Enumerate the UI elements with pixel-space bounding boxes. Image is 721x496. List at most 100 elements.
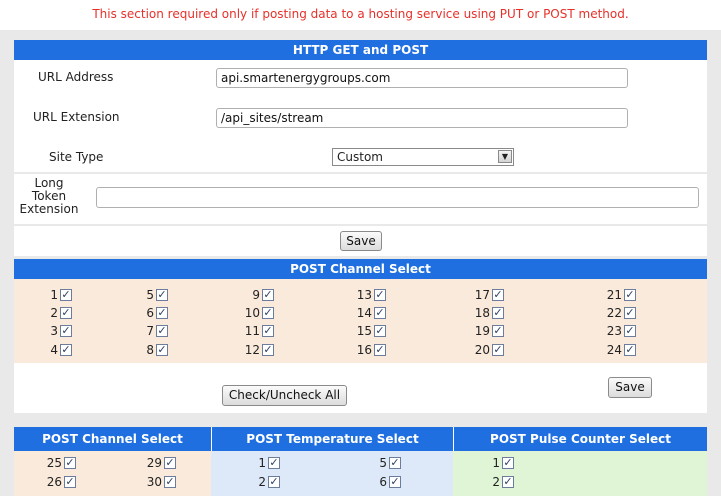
checkbox-checked[interactable]: ✓ <box>374 307 386 319</box>
channel-number-label: 7 <box>146 324 154 338</box>
channel-checkbox-item[interactable]: 15 ✓ <box>348 323 386 339</box>
channel-checkbox-item[interactable]: 19 ✓ <box>466 323 504 339</box>
long-token-input[interactable] <box>96 187 699 208</box>
channel-number-label: 8 <box>146 343 154 357</box>
checkbox-checked[interactable]: ✓ <box>164 476 176 488</box>
channel-checkbox-item[interactable]: 1 ✓ <box>246 455 280 471</box>
channel-number-label: 15 <box>356 324 372 338</box>
checkbox-checked[interactable]: ✓ <box>624 344 636 356</box>
channel-number-label: 23 <box>606 324 622 338</box>
checkbox-checked[interactable]: ✓ <box>374 325 386 337</box>
channel-save-button[interactable]: Save <box>608 377 652 398</box>
channel-number-label: 20 <box>474 343 490 357</box>
channel-checkbox-item[interactable]: 20 ✓ <box>466 342 504 358</box>
channel-checkbox-item[interactable]: 9 ✓ <box>236 287 274 303</box>
checkbox-checked[interactable]: ✓ <box>492 344 504 356</box>
checkbox-checked[interactable]: ✓ <box>268 457 280 469</box>
channel-number-label: 6 <box>146 306 154 320</box>
channel-checkbox-item[interactable]: 16 ✓ <box>348 342 386 358</box>
checkbox-checked[interactable]: ✓ <box>164 457 176 469</box>
checkbox-checked[interactable]: ✓ <box>60 325 72 337</box>
site-type-label: Site Type <box>49 150 104 164</box>
checkbox-checked[interactable]: ✓ <box>502 476 514 488</box>
checkbox-checked[interactable]: ✓ <box>156 289 168 301</box>
channel-checkbox-item[interactable]: 2 ✓ <box>34 305 72 321</box>
channel-checkbox-item[interactable]: 7 ✓ <box>130 323 168 339</box>
checkbox-checked[interactable]: ✓ <box>502 457 514 469</box>
site-type-value: Custom <box>337 150 383 164</box>
url-extension-label: URL Extension <box>33 110 120 124</box>
checkbox-checked[interactable]: ✓ <box>262 307 274 319</box>
channel-checkbox-item[interactable]: 5 ✓ <box>367 455 401 471</box>
channel-checkbox-item[interactable]: 26 ✓ <box>38 474 76 490</box>
channel-number-label: 14 <box>356 306 372 320</box>
channel-checkbox-item[interactable]: 3 ✓ <box>34 323 72 339</box>
channel-checkbox-item[interactable]: 23 ✓ <box>598 323 636 339</box>
channel-checkbox-item[interactable]: 1 ✓ <box>34 287 72 303</box>
checkbox-checked[interactable]: ✓ <box>374 289 386 301</box>
channel-checkbox-item[interactable]: 24 ✓ <box>598 342 636 358</box>
checkbox-checked[interactable]: ✓ <box>156 307 168 319</box>
checkbox-checked[interactable]: ✓ <box>60 289 72 301</box>
checkbox-checked[interactable]: ✓ <box>492 307 504 319</box>
channel-checkbox-item[interactable]: 11 ✓ <box>236 323 274 339</box>
channel-number-label: 5 <box>379 456 387 470</box>
channel-number-label: 26 <box>46 475 62 489</box>
channel-checkbox-item[interactable]: 21 ✓ <box>598 287 636 303</box>
channel-checkbox-item[interactable]: 12 ✓ <box>236 342 274 358</box>
channel-checkbox-item[interactable]: 29 ✓ <box>138 455 176 471</box>
channel-checkbox-item[interactable]: 10 ✓ <box>236 305 274 321</box>
checkbox-checked[interactable]: ✓ <box>64 476 76 488</box>
checkbox-checked[interactable]: ✓ <box>374 344 386 356</box>
channel-checkbox-item[interactable]: 5 ✓ <box>130 287 168 303</box>
checkbox-checked[interactable]: ✓ <box>389 476 401 488</box>
site-type-select[interactable]: Custom ▼ <box>332 148 514 166</box>
channel-checkbox-item[interactable]: 2 ✓ <box>246 474 280 490</box>
channel-number-label: 1 <box>492 456 500 470</box>
channel-number-label: 19 <box>474 324 490 338</box>
checkbox-checked[interactable]: ✓ <box>60 307 72 319</box>
checkbox-checked[interactable]: ✓ <box>156 325 168 337</box>
channel-number-label: 10 <box>244 306 260 320</box>
notice-text: This section required only if posting da… <box>0 0 721 30</box>
checkbox-checked[interactable]: ✓ <box>262 325 274 337</box>
channel-checkbox-item[interactable]: 18 ✓ <box>466 305 504 321</box>
channel-number-label: 1 <box>258 456 266 470</box>
channel-checkbox-item[interactable]: 25 ✓ <box>38 455 76 471</box>
channel-checkbox-item[interactable]: 13 ✓ <box>348 287 386 303</box>
url-extension-input[interactable]: /api_sites/stream <box>216 108 628 128</box>
checkbox-checked[interactable]: ✓ <box>156 344 168 356</box>
channel-number-label: 25 <box>46 456 62 470</box>
checkbox-checked[interactable]: ✓ <box>624 289 636 301</box>
long-token-label: Long Token Extension <box>19 176 79 216</box>
channel-checkbox-item[interactable]: 6 ✓ <box>130 305 168 321</box>
url-address-input[interactable]: api.smartenergygroups.com <box>216 68 628 88</box>
channel-number-label: 1 <box>50 288 58 302</box>
checkbox-checked[interactable]: ✓ <box>268 476 280 488</box>
channel-checkbox-item[interactable]: 1 ✓ <box>480 455 514 471</box>
channel-number-label: 6 <box>379 475 387 489</box>
channel-checkbox-item[interactable]: 6 ✓ <box>367 474 401 490</box>
checkbox-checked[interactable]: ✓ <box>60 344 72 356</box>
channel-checkbox-item[interactable]: 30 ✓ <box>138 474 176 490</box>
checkbox-checked[interactable]: ✓ <box>624 325 636 337</box>
checkbox-checked[interactable]: ✓ <box>262 289 274 301</box>
checkbox-checked[interactable]: ✓ <box>624 307 636 319</box>
checkbox-checked[interactable]: ✓ <box>262 344 274 356</box>
channel-number-label: 2 <box>50 306 58 320</box>
channel-checkbox-item[interactable]: 8 ✓ <box>130 342 168 358</box>
save-button[interactable]: Save <box>340 231 382 251</box>
channel-number-label: 12 <box>244 343 260 357</box>
channel-checkbox-item[interactable]: 2 ✓ <box>480 474 514 490</box>
channel-number-label: 3 <box>50 324 58 338</box>
channel-checkbox-item[interactable]: 17 ✓ <box>466 287 504 303</box>
channel-checkbox-item[interactable]: 22 ✓ <box>598 305 636 321</box>
check-uncheck-all-button[interactable]: Check/Uncheck All <box>222 385 347 406</box>
checkbox-checked[interactable]: ✓ <box>389 457 401 469</box>
channel-number-label: 18 <box>474 306 490 320</box>
checkbox-checked[interactable]: ✓ <box>64 457 76 469</box>
channel-checkbox-item[interactable]: 4 ✓ <box>34 342 72 358</box>
checkbox-checked[interactable]: ✓ <box>492 325 504 337</box>
checkbox-checked[interactable]: ✓ <box>492 289 504 301</box>
channel-checkbox-item[interactable]: 14 ✓ <box>348 305 386 321</box>
